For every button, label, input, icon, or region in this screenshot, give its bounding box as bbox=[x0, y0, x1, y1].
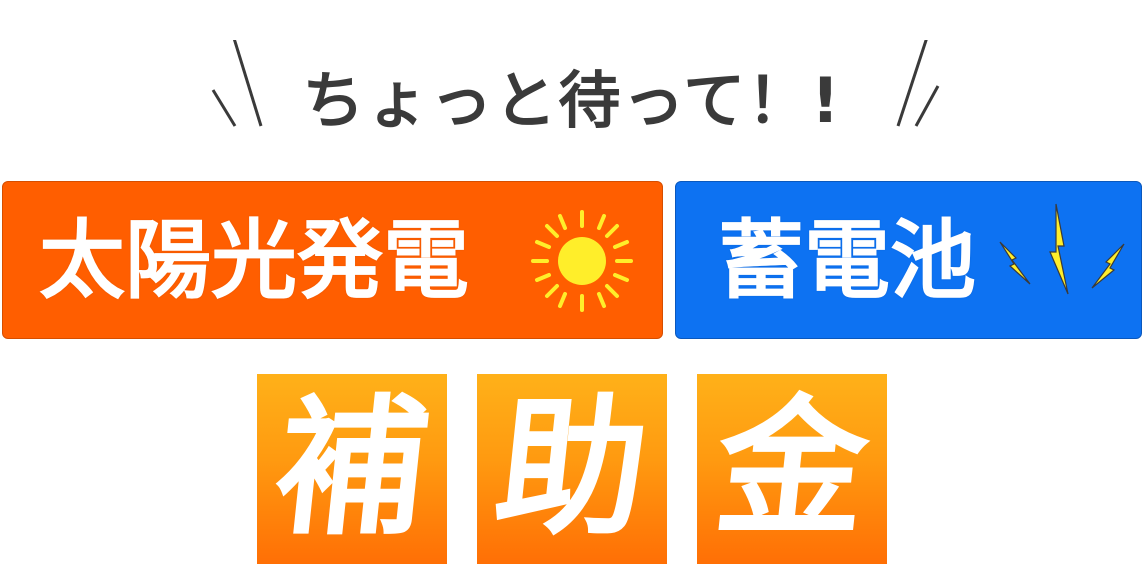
subsidy-char-1: 補 bbox=[267, 382, 437, 556]
headline-text: ちょっと待って！! bbox=[302, 64, 842, 137]
subsidy-char-3: 金 bbox=[707, 382, 877, 556]
battery-label: 蓄電池 bbox=[718, 211, 976, 311]
emphasis-lines-right-icon bbox=[896, 40, 940, 127]
sun-icon bbox=[531, 210, 633, 312]
subsidy-tile-2: 助 bbox=[477, 374, 667, 564]
solar-banner: 太陽光発電 bbox=[2, 181, 663, 339]
battery-banner: 蓄電池 bbox=[675, 181, 1142, 339]
subsidy-char-2: 助 bbox=[487, 382, 657, 556]
subsidy-tile-1: 補 bbox=[257, 374, 447, 564]
lightning-bolt-icon bbox=[999, 203, 1125, 295]
subsidy-tile-3: 金 bbox=[697, 374, 887, 564]
headline: ちょっと待って！! bbox=[0, 40, 1144, 140]
solar-label: 太陽光発電 bbox=[39, 211, 469, 311]
